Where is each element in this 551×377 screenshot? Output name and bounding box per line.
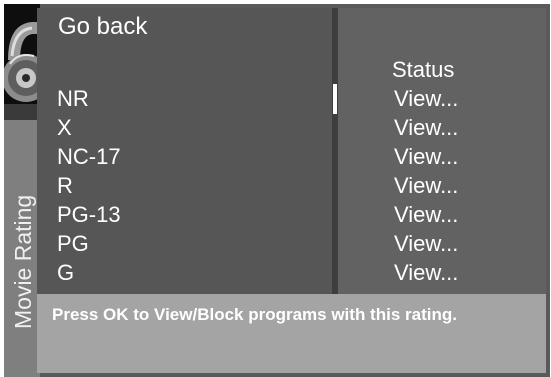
rating-item-nc17[interactable]: NC-17: [57, 142, 121, 171]
status-value-nc17[interactable]: View...: [394, 142, 458, 171]
side-title: Movie Rating: [10, 194, 36, 329]
status-value-r[interactable]: View...: [394, 171, 458, 200]
side-strip: Movie Rating: [4, 4, 40, 377]
rating-item-pg[interactable]: PG: [57, 229, 121, 258]
go-back-button[interactable]: Go back: [58, 12, 147, 42]
status-value-pg13[interactable]: View...: [394, 200, 458, 229]
help-text: Press OK to View/Block programs with thi…: [52, 305, 457, 324]
padlock-icon: [4, 4, 40, 120]
status-value-g[interactable]: View...: [394, 258, 458, 287]
rating-item-x[interactable]: X: [57, 113, 121, 142]
status-list: View... View... View... View... View... …: [394, 84, 458, 287]
status-value-pg[interactable]: View...: [394, 229, 458, 258]
rating-item-pg13[interactable]: PG-13: [57, 200, 121, 229]
status-value-nr[interactable]: View...: [394, 84, 458, 113]
selection-cursor: [333, 84, 337, 114]
rating-item-nr[interactable]: NR: [57, 84, 121, 113]
status-column-header: Status: [392, 57, 455, 82]
rating-item-r[interactable]: R: [57, 171, 121, 200]
rating-list: NR X NC-17 R PG-13 PG G: [57, 84, 121, 287]
rating-item-g[interactable]: G: [57, 258, 121, 287]
status-value-x[interactable]: View...: [394, 113, 458, 142]
